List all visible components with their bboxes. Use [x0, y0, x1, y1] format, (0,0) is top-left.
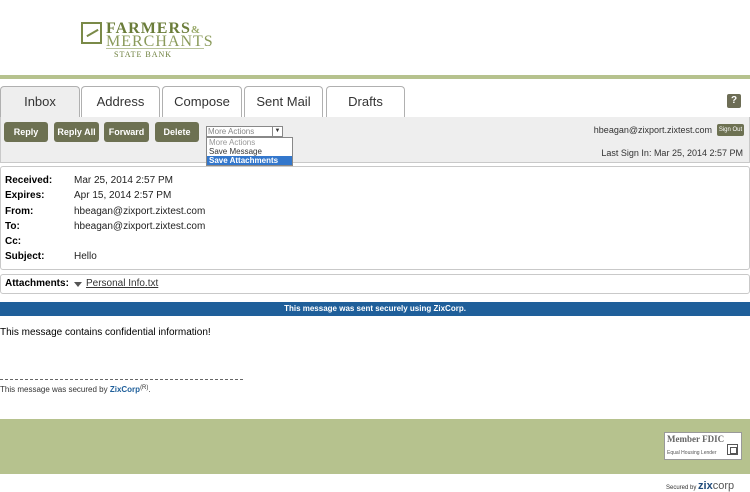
bank-logo: FARMERS& MERCHANTS STATE BANK — [80, 20, 213, 60]
attachment-link[interactable]: Personal Info.txt — [86, 275, 158, 293]
to-value: hbeagan@zixport.zixtest.com — [74, 221, 206, 232]
expires-value: Apr 15, 2014 2:57 PM — [74, 190, 172, 201]
user-email: hbeagan@zixport.zixtest.com — [593, 125, 712, 135]
secure-banner: This message was sent securely using Zix… — [0, 302, 750, 316]
fdic-badge: Member FDIC Equal Housing Lender — [664, 432, 742, 460]
received-value: Mar 25, 2014 2:57 PM — [74, 175, 173, 186]
equal-housing-icon — [727, 444, 738, 455]
sign-out-button[interactable]: Sign Out — [717, 124, 744, 136]
logo-line3: STATE BANK — [114, 50, 173, 59]
tab-inbox[interactable]: Inbox — [0, 86, 80, 118]
message-headers: Received: Mar 25, 2014 2:57 PM Expires: … — [0, 166, 750, 270]
subject-label: Subject: — [5, 251, 45, 262]
logo-divider — [106, 48, 204, 49]
secured-note: This message was secured by ZixCorp(R). — [0, 385, 151, 394]
delete-button[interactable]: Delete — [155, 122, 199, 142]
reply-all-button[interactable]: Reply All — [54, 122, 99, 142]
dropdown-arrow-icon[interactable] — [74, 282, 82, 287]
zixcorp-link[interactable]: ZixCorp — [110, 385, 140, 394]
received-label: Received: — [5, 175, 53, 186]
tab-bar: Inbox Address Compose Sent Mail Drafts — [0, 86, 750, 118]
more-actions-select[interactable]: More Actions ▼ — [206, 126, 283, 137]
option-save-attachments[interactable]: Save Attachments — [207, 156, 292, 165]
tab-address[interactable]: Address — [81, 86, 160, 118]
help-icon[interactable]: ? — [727, 94, 741, 108]
cc-label: Cc: — [5, 236, 22, 247]
more-actions-dropdown: More Actions Save Message Save Attachmen… — [206, 137, 293, 166]
secured-by-zixcorp: Secured by zixcorp — [666, 480, 735, 492]
to-label: To: — [5, 221, 20, 232]
fdic-subtitle: Equal Housing Lender — [667, 450, 717, 456]
signature-divider — [0, 379, 243, 380]
chevron-down-icon[interactable]: ▼ — [272, 127, 282, 136]
attachments-label: Attachments: — [5, 278, 69, 289]
footer-band — [0, 419, 750, 474]
last-sign-in: Last Sign In: Mar 25, 2014 2:57 PM — [601, 148, 743, 158]
subject-value: Hello — [74, 251, 97, 262]
tab-compose[interactable]: Compose — [162, 86, 242, 118]
option-save-message[interactable]: Save Message — [207, 147, 292, 156]
message-body: This message contains confidential infor… — [0, 327, 211, 338]
option-more-actions[interactable]: More Actions — [207, 138, 292, 147]
fdic-title: Member FDIC — [667, 434, 725, 444]
bank-emblem-icon — [81, 22, 102, 44]
from-label: From: — [5, 206, 34, 217]
expires-label: Expires: — [5, 190, 45, 201]
header-divider — [0, 75, 750, 79]
from-value: hbeagan@zixport.zixtest.com — [74, 206, 206, 217]
tab-sent-mail[interactable]: Sent Mail — [244, 86, 323, 118]
tab-drafts[interactable]: Drafts — [326, 86, 405, 118]
zixcorp-logo: zixcorp — [698, 480, 735, 492]
more-actions-value: More Actions — [208, 127, 255, 136]
attachments-bar: Attachments: Personal Info.txt — [0, 274, 750, 294]
forward-button[interactable]: Forward — [104, 122, 149, 142]
reply-button[interactable]: Reply — [4, 122, 48, 142]
